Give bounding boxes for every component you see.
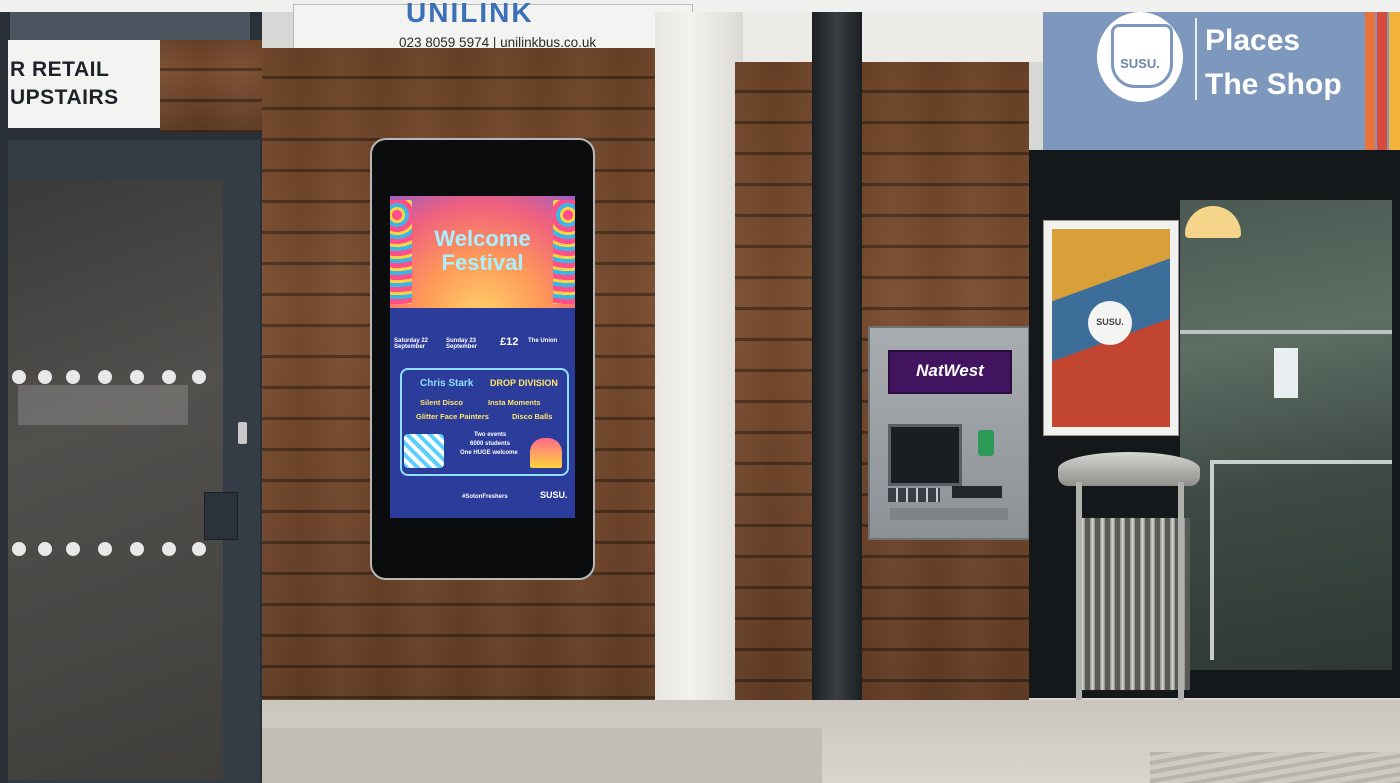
door-dot (38, 542, 52, 556)
ticket-price: £12 (500, 336, 519, 348)
act-chris-stark: Chris Stark (420, 378, 474, 389)
retail-upstairs-sign: R RETAIL UPSTAIRS (8, 40, 160, 128)
tent-art (530, 438, 562, 468)
poster-frame: SUSU. (1043, 220, 1179, 436)
atm-screen[interactable] (888, 424, 962, 486)
shop-sign-line1: Places (1205, 24, 1301, 57)
unilink-brand: UNILINK (406, 0, 534, 28)
door-dot (130, 370, 144, 384)
info-events: Two events (474, 432, 507, 438)
info-students: 6000 students (470, 441, 511, 447)
atm-card-slot[interactable] (978, 430, 994, 456)
upper-wall-right (743, 12, 1043, 62)
door-dot (130, 542, 144, 556)
door-handle[interactable] (204, 492, 238, 540)
poster-logo-circle: SUSU. (1088, 301, 1132, 345)
sign-stripe-red (1377, 12, 1387, 160)
act-glitter: Glitter Face Painters (416, 412, 489, 421)
pavement-shadow (262, 728, 822, 783)
door-dot (162, 542, 176, 556)
susu-logo-circle: SUSU. (1097, 12, 1183, 102)
act-drop-division: DROP DIVISION (490, 378, 558, 388)
bin-leg-right (1178, 482, 1184, 716)
atm-brand-panel: NatWest (888, 350, 1012, 394)
barrier-post (1210, 460, 1214, 660)
window-rail (1180, 330, 1392, 334)
door-dot (66, 370, 80, 384)
ceiling-lamp (1185, 206, 1241, 238)
door-dot (12, 370, 26, 384)
door-dot (192, 542, 206, 556)
ceiling (0, 0, 1400, 12)
left-wood-panel (160, 40, 262, 132)
poster-logo: SUSU. (1096, 317, 1124, 327)
door-reflection (18, 385, 188, 425)
tactile-strip (1150, 752, 1400, 783)
sign-stripe-yellow (1389, 12, 1400, 160)
bin-body (1076, 518, 1190, 690)
door-dot (66, 542, 80, 556)
act-silent-disco: Silent Disco (420, 398, 463, 407)
date-saturday: Saturday 22 September (394, 338, 429, 350)
digital-signage-screen[interactable]: Welcome Festival Saturday 22 September S… (370, 138, 595, 580)
retail-sign-line1: R RETAIL (10, 58, 110, 81)
shop-sign-logo: SUSU. (1120, 56, 1160, 71)
shop-sign-divider (1195, 18, 1197, 100)
glass-door-pane (8, 180, 223, 780)
atm-shelf (890, 508, 1008, 520)
door-dot (98, 542, 112, 556)
screen-susu-logo: SUSU. (540, 490, 568, 500)
shop-sign-line2: The Shop (1205, 68, 1342, 101)
festival-banner: Welcome Festival (390, 196, 575, 308)
act-insta-moments: Insta Moments (488, 398, 541, 407)
retail-sign-line2: UPSTAIRS (10, 86, 119, 109)
door-lock[interactable] (238, 422, 247, 444)
door-dot (162, 370, 176, 384)
natwest-logo: NatWest (916, 361, 984, 380)
door-dot (192, 370, 206, 384)
door-dot (38, 370, 52, 384)
susu-shop-sign: SUSU. Places The Shop (1043, 12, 1400, 160)
act-disco-balls: Disco Balls (512, 412, 553, 421)
door-dot (12, 542, 26, 556)
barrier-rail (1210, 460, 1392, 464)
screen-display: Welcome Festival Saturday 22 September S… (390, 196, 575, 518)
atm-cash-slot[interactable] (952, 486, 1002, 498)
lineup-box: Chris Stark DROP DIVISION Silent Disco I… (400, 368, 569, 476)
bin-leg-left (1076, 482, 1082, 716)
shop-window (1180, 200, 1392, 670)
info-welcome: One HUGE welcome (460, 450, 518, 456)
door-dot (98, 370, 112, 384)
atm-keypad[interactable] (888, 488, 940, 502)
deckchair-art (404, 434, 444, 468)
support-post (812, 12, 862, 736)
white-pillar (655, 12, 743, 728)
date-sunday: Sunday 23 September (446, 338, 478, 350)
venue: The Union (528, 338, 558, 344)
dates-row: Saturday 22 September Sunday 23 Septembe… (394, 336, 572, 360)
window-notice (1274, 348, 1298, 398)
poster-image: SUSU. (1052, 229, 1170, 427)
sign-stripe-orange (1365, 12, 1375, 160)
bin-lid (1058, 452, 1200, 486)
festival-title-1: Welcome (434, 226, 531, 251)
glass-door-frame[interactable] (8, 140, 260, 783)
litter-bin (1058, 452, 1200, 720)
festival-title-2: Festival (441, 250, 524, 275)
left-upper-window (10, 12, 250, 40)
hashtag: #SotonFreshers (462, 494, 508, 500)
natwest-atm[interactable]: NatWest (868, 326, 1030, 540)
